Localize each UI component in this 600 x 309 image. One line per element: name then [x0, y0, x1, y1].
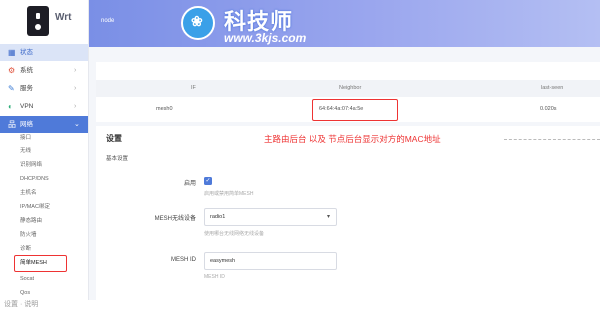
- mesh-radio-value: radio1: [210, 214, 226, 220]
- table-header-row: IF Neighbor last-seen: [96, 80, 600, 97]
- grid-icon: ▦: [8, 48, 16, 57]
- column-header-if: IF: [191, 85, 196, 91]
- sidebar-item-services[interactable]: ✎ 服务 ›: [0, 80, 88, 97]
- sidebar-sub-dhcp-dns[interactable]: DHCP/DNS: [20, 174, 49, 184]
- mesh-radio-select[interactable]: radio1 ▾: [204, 208, 337, 226]
- sidebar-item-network[interactable]: 品 网络 ⌄: [0, 116, 88, 133]
- mesh-radio-label: MESH无线设备: [154, 216, 196, 222]
- easymesh-highlight-box: [14, 255, 67, 272]
- cell-last-seen: 0.020s: [540, 106, 557, 112]
- chevron-right-icon: ›: [74, 85, 77, 92]
- column-header-neighbor: Neighbor: [339, 85, 362, 91]
- sidebar-item-label: 系统: [20, 67, 33, 74]
- sidebar: Wrt ▦ 状态 ⚙ 系统 › ✎ 服务 › ◐ VPN › 品 网络 ⌄ 接口…: [0, 0, 89, 300]
- app-window: Wrt ▦ 状态 ⚙ 系统 › ✎ 服务 › ◐ VPN › 品 网络 ⌄ 接口…: [0, 0, 600, 300]
- sidebar-sub-recognize-network[interactable]: 识别网络: [20, 160, 42, 170]
- sidebar-sub-wireless[interactable]: 无线: [20, 146, 31, 156]
- mesh-id-label: MESH ID: [170, 257, 196, 263]
- sidebar-item-label: 服务: [20, 85, 33, 92]
- watermark-logo-icon: ❀: [181, 6, 215, 40]
- basic-settings-heading: 基本设置: [106, 156, 129, 162]
- sidebar-sub-diagnostics[interactable]: 诊断: [20, 244, 31, 254]
- mesh-id-input[interactable]: easymesh: [204, 252, 337, 270]
- sidebar-item-status[interactable]: ▦ 状态: [0, 44, 88, 61]
- breadcrumb: node: [101, 18, 115, 24]
- sidebar-sub-interfaces[interactable]: 接口: [20, 133, 31, 143]
- router-logo-icon: [27, 6, 49, 36]
- sidebar-sub-firewall[interactable]: 防火墙: [20, 230, 37, 240]
- sidebar-sub-qos[interactable]: Qos: [20, 288, 30, 298]
- sidebar-sub-socat[interactable]: Socat: [20, 274, 34, 284]
- sidebar-sub-ip-mac-binding[interactable]: IP/MAC绑定: [20, 202, 50, 212]
- chevron-right-icon: ›: [74, 67, 77, 74]
- mesh-id-hint: MESH ID: [204, 274, 225, 280]
- mac-highlight-box: [312, 99, 398, 121]
- network-icon: 品: [8, 120, 16, 129]
- enable-hint: 启用或禁用简单MESH: [204, 191, 254, 197]
- chevron-down-icon: ▾: [327, 214, 331, 220]
- mesh-id-value: easymesh: [210, 258, 236, 264]
- watermark-url: www.3kjs.com: [224, 31, 307, 45]
- sidebar-item-label: VPN: [20, 103, 34, 110]
- sidebar-item-system[interactable]: ⚙ 系统 ›: [0, 62, 88, 79]
- footer-strip: 设置 · 说明: [0, 300, 600, 309]
- mesh-radio-hint: 使用哪台无线网络无线设备: [204, 231, 265, 237]
- settings-panel: 设置 主路由后台 以及 节点后台显示对方的MAC地址 基本设置 启用 ✓ 启用或…: [96, 126, 600, 300]
- column-header-last-seen: last-seen: [541, 85, 564, 91]
- sidebar-sub-hostnames[interactable]: 主机名: [20, 188, 37, 198]
- wrench-icon: ✎: [8, 84, 15, 93]
- sidebar-item-label: 网络: [20, 121, 33, 128]
- logo: Wrt: [0, 0, 88, 42]
- gear-icon: ⚙: [8, 66, 16, 75]
- sidebar-sub-static-routes[interactable]: 静态路由: [20, 216, 42, 226]
- chevron-right-icon: ›: [74, 103, 77, 110]
- cell-interface: mesh0: [156, 106, 173, 112]
- settings-title: 设置: [106, 134, 122, 143]
- header-bar: node ❀ 科技师 www.3kjs.com: [89, 0, 600, 47]
- annotation-text: 主路由后台 以及 节点后台显示对方的MAC地址: [264, 134, 441, 144]
- logo-text: Wrt: [55, 12, 72, 23]
- sidebar-item-label: 状态: [20, 49, 33, 56]
- footer-text: 设置 · 说明: [4, 301, 39, 308]
- enable-checkbox[interactable]: ✓: [204, 177, 212, 185]
- chevron-down-icon: ⌄: [74, 121, 80, 128]
- enable-label: 启用: [183, 181, 196, 187]
- sidebar-item-vpn[interactable]: ◐ VPN ›: [0, 98, 88, 115]
- annotation-divider: [504, 139, 600, 140]
- vpn-icon: ◐: [8, 102, 13, 111]
